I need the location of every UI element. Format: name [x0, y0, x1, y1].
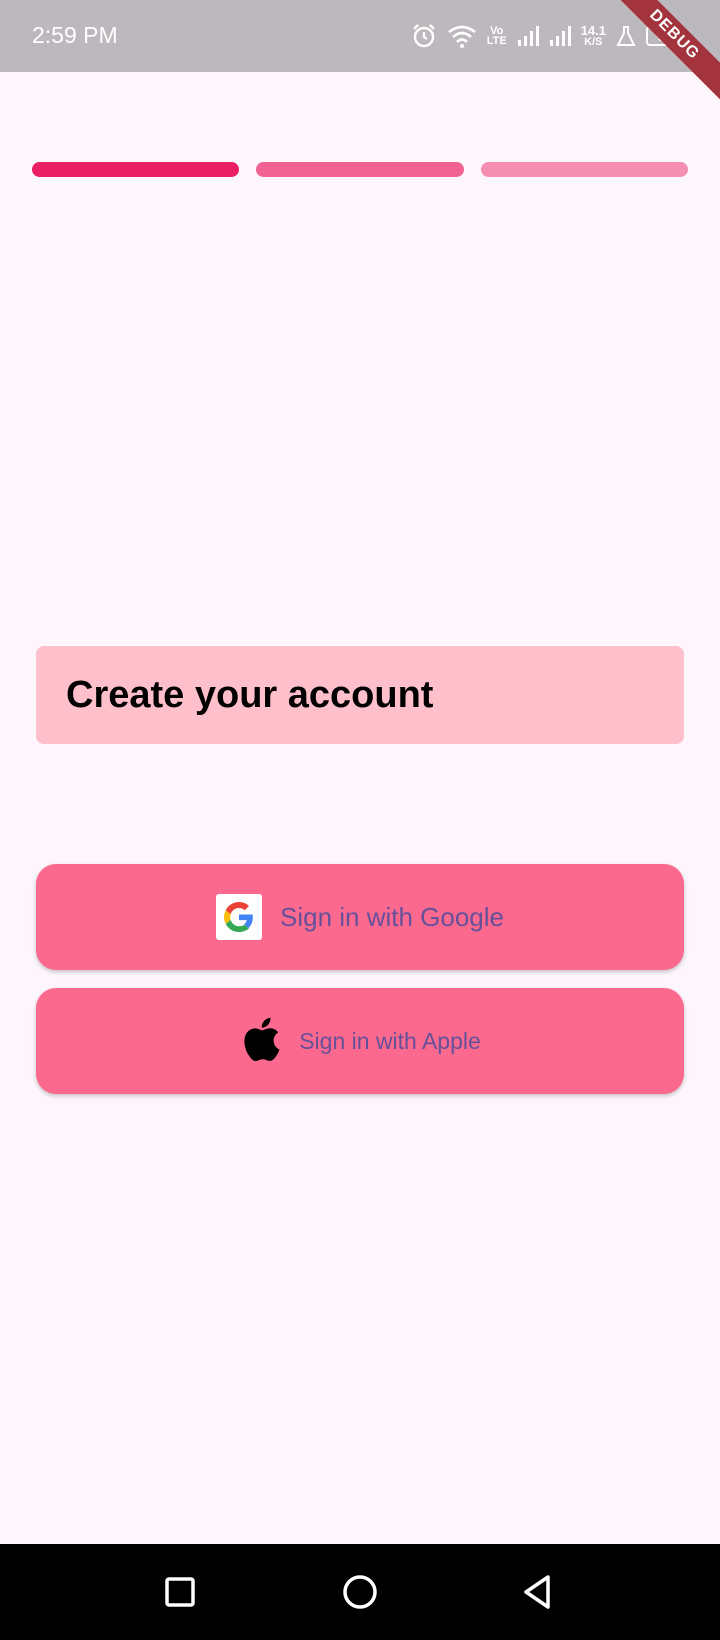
volte-bottom-label: LTE [486, 35, 507, 47]
progress-step-3 [480, 162, 688, 177]
title-card: Create your account [36, 646, 684, 744]
recents-icon[interactable] [156, 1568, 204, 1616]
signal-icon [517, 25, 539, 47]
back-icon[interactable] [514, 1568, 562, 1616]
apple-logo-icon [239, 1014, 281, 1069]
sign-in-google-label: Sign in with Google [279, 901, 505, 932]
system-nav-bar [0, 1544, 720, 1640]
volte-indicator: Vo LTE [486, 26, 507, 47]
alarm-icon [411, 23, 437, 49]
status-bar: 2:59 PM Vo LTE 14.1 K/S 57 DEBUG [0, 0, 720, 101]
google-logo-icon [215, 894, 262, 940]
network-speed: 14.1 K/S [581, 24, 606, 48]
sign-in-apple-label: Sign in with Apple [299, 1027, 481, 1054]
onboarding-progress [32, 162, 688, 177]
sign-in-apple-button[interactable]: Sign in with Apple [36, 988, 684, 1094]
progress-step-1 [32, 162, 240, 177]
home-icon[interactable] [336, 1568, 384, 1616]
sign-in-google-button[interactable]: Sign in with Google [36, 864, 684, 970]
wifi-icon [447, 24, 477, 48]
signal-icon [549, 25, 571, 47]
status-time: 2:59 PM [32, 22, 118, 48]
page-title: Create your account [66, 673, 434, 716]
progress-step-2 [256, 162, 464, 177]
network-speed-unit: K/S [584, 36, 603, 48]
flask-icon [616, 25, 636, 47]
